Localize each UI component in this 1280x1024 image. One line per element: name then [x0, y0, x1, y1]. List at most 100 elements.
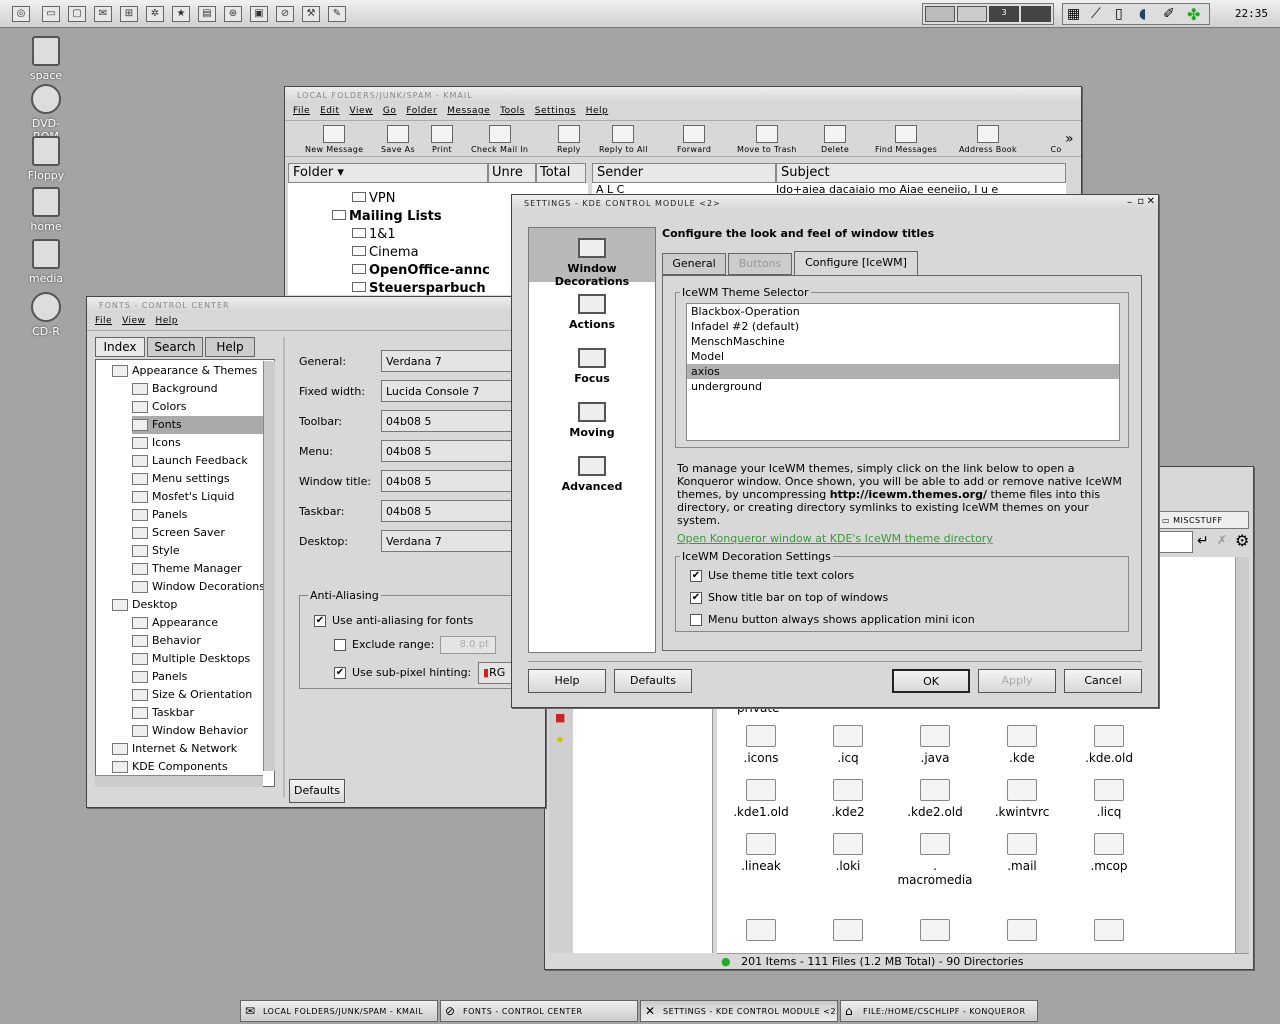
file-item[interactable]: .loki — [808, 833, 888, 873]
tree-horizontal-scrollbar[interactable] — [95, 775, 263, 787]
settings-icon[interactable]: ✲ — [146, 6, 164, 22]
folder-item[interactable]: Steuersparbuch — [352, 281, 486, 295]
window-title[interactable]: Settings - KDE Control Module <2> — [512, 195, 1158, 211]
mail-icon[interactable]: ✉ — [94, 6, 112, 22]
file-item[interactable]: .kde1.old — [721, 779, 801, 819]
title-bar-on-top-checkbox[interactable]: ✔ Show title bar on top of windows — [690, 591, 888, 604]
window-title[interactable]: Fonts - Control Center — [87, 297, 545, 313]
home-icon[interactable]: ▢ — [68, 6, 86, 22]
cancel-button[interactable]: Cancel — [1064, 669, 1142, 693]
tree-item[interactable]: Menu settings — [132, 470, 274, 488]
file-item[interactable]: .kde2.old — [895, 779, 975, 819]
pager-desktop-3[interactable]: 3 — [989, 6, 1019, 22]
pager-desktop-2[interactable] — [957, 6, 987, 22]
window-list-icon[interactable]: ▭ — [42, 6, 60, 22]
clear-location-icon[interactable]: ✗ — [1217, 533, 1227, 547]
ok-button[interactable]: OK — [892, 669, 970, 693]
minimize-icon[interactable]: – — [1127, 197, 1132, 208]
tree-item[interactable]: Window Behavior — [132, 722, 274, 740]
network-icon[interactable]: ⊞ — [120, 6, 138, 22]
usb-icon[interactable]: ⟋ — [1091, 6, 1101, 22]
desktop-icon-cdr[interactable]: CD-R — [20, 292, 72, 338]
file-item[interactable] — [721, 919, 801, 945]
toolbar-extension-icon[interactable]: » — [1065, 131, 1074, 147]
pager[interactable]: 3 — [922, 3, 1054, 25]
task-konqueror[interactable]: ⌂ file:/home/cschlipf - Konqueror — [840, 1000, 1038, 1022]
sender-column-header[interactable]: Sender — [592, 163, 776, 183]
task-kmail[interactable]: ✉ Local Folders/Junk/Spam - KMail — [240, 1000, 438, 1022]
folder-item[interactable]: Mailing Lists — [332, 209, 442, 224]
tab-buttons[interactable]: Buttons — [728, 253, 792, 275]
go-icon[interactable]: ↵ — [1197, 533, 1209, 549]
address-book-button[interactable]: Address Book — [959, 125, 1017, 154]
sidebar-item-focus[interactable]: Focus — [529, 344, 655, 394]
file-item[interactable]: .kwintvrc — [982, 779, 1062, 819]
tree-item[interactable]: Theme Manager — [132, 560, 274, 578]
folder-item[interactable]: VPN — [352, 191, 395, 206]
tree-item[interactable]: Taskbar — [132, 704, 274, 722]
help-button[interactable]: Help — [528, 669, 606, 693]
tab-configure-icewm[interactable]: Configure [IceWM] — [794, 251, 918, 275]
print-button[interactable]: Print — [431, 125, 453, 154]
tree-item[interactable]: Behavior — [132, 632, 274, 650]
theme-list-item[interactable]: MenschMaschine — [687, 334, 1119, 349]
move-to-trash-button[interactable]: Move to Trash — [737, 125, 797, 154]
desktop-icon-space[interactable]: space — [20, 36, 72, 82]
kde-menu-icon[interactable]: ◎ — [12, 6, 30, 22]
reply-all-button[interactable]: Reply to All — [599, 125, 648, 154]
menu-folder[interactable]: Folder — [406, 106, 437, 116]
desktop-icon-media[interactable]: media — [20, 239, 72, 285]
theme-list-item[interactable]: Model — [687, 349, 1119, 364]
use-antialiasing-checkbox[interactable]: ✔ Use anti-aliasing for fonts — [314, 614, 473, 627]
find-messages-button[interactable]: Find Messages — [875, 125, 937, 154]
tab-help[interactable]: Help — [205, 337, 255, 357]
save-as-button[interactable]: Save As — [381, 125, 415, 154]
file-item[interactable]: .licq — [1069, 779, 1149, 819]
folder-item[interactable]: OpenOffice-annc — [352, 263, 490, 278]
menu-file[interactable]: File — [293, 106, 310, 116]
theme-list-item[interactable]: Infadel #2 (default) — [687, 319, 1119, 334]
theme-list-item[interactable]: axios — [687, 364, 1119, 379]
reply-button[interactable]: Reply — [557, 125, 581, 154]
menu-tools[interactable]: Tools — [500, 106, 525, 116]
menu-go[interactable]: Go — [383, 106, 396, 116]
open-konqueror-link[interactable]: Open Konqueror window at KDE's IceWM the… — [677, 532, 993, 545]
tree-item[interactable]: Launch Feedback — [132, 452, 274, 470]
check-mail-button[interactable]: Check Mail In — [471, 125, 528, 154]
menu-message[interactable]: Message — [447, 106, 490, 116]
unread-column-header[interactable]: Unre — [488, 163, 536, 183]
desktop-icon-home[interactable]: home — [20, 187, 72, 233]
sidebar-item-window-decorations[interactable]: Window Decorations — [529, 228, 655, 288]
volume-icon[interactable]: ◖ — [1139, 6, 1146, 22]
task-fonts[interactable]: ⊘ Fonts - Control Center — [440, 1000, 638, 1022]
tree-item[interactable]: Window Decorations — [132, 578, 274, 596]
desktop-icon-floppy[interactable]: Floppy — [20, 136, 72, 182]
theme-list-item[interactable]: underground — [687, 379, 1119, 394]
file-item[interactable] — [895, 919, 975, 945]
tree-item[interactable]: Fonts — [132, 416, 274, 434]
bookmark-folder-miscstuff[interactable]: ▭ miscstuff — [1157, 511, 1249, 529]
file-item[interactable]: .java — [895, 725, 975, 765]
file-item[interactable]: . macromedia — [895, 833, 975, 887]
menu-help[interactable]: Help — [586, 106, 609, 116]
pen-icon[interactable]: ✐ — [1163, 6, 1175, 22]
defaults-button[interactable]: Defaults — [289, 779, 345, 803]
co-button[interactable]: Co — [1045, 125, 1067, 154]
tree-item[interactable]: Style — [132, 542, 274, 560]
exclude-range-spinbox[interactable]: 8.0 pt — [440, 636, 496, 654]
location-input[interactable] — [1157, 531, 1193, 553]
exclude-range-checkbox[interactable]: Exclude range: — [334, 638, 434, 651]
sidebar-bookmark-icon[interactable]: ★ — [555, 733, 565, 746]
menu-file[interactable]: File — [95, 316, 112, 326]
tree-item[interactable]: Desktop — [112, 596, 274, 614]
new-message-button[interactable]: New Message — [305, 125, 363, 154]
file-item[interactable]: .icons — [721, 725, 801, 765]
menu-help[interactable]: Help — [155, 316, 178, 326]
file-item[interactable] — [1069, 919, 1149, 945]
theme-list-item[interactable]: Blackbox-Operation — [687, 304, 1119, 319]
sidebar-item-moving[interactable]: Moving — [529, 398, 655, 448]
file-item[interactable]: .kde — [982, 725, 1062, 765]
window-icon[interactable]: ▣ — [250, 6, 268, 22]
apply-button[interactable]: Apply — [978, 669, 1056, 693]
sidebar-item-actions[interactable]: Actions — [529, 290, 655, 340]
